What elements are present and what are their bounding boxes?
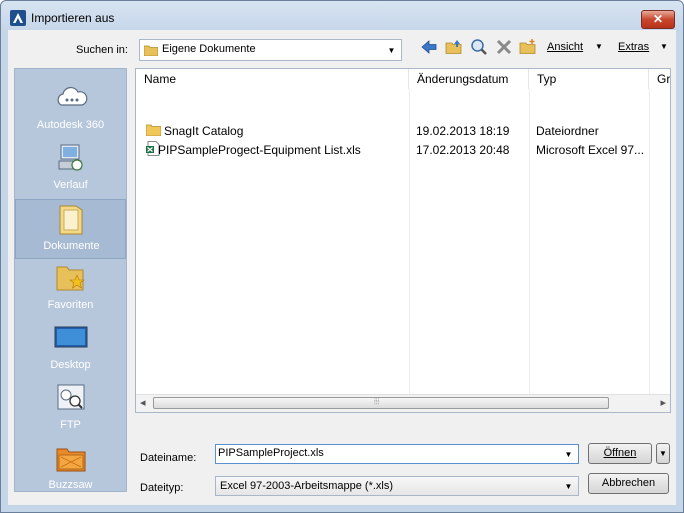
look-in-label: Suchen in: xyxy=(76,44,128,56)
cancel-button-label: Abbrechen xyxy=(601,477,656,489)
favorites-icon xyxy=(56,266,85,291)
new-folder-icon[interactable] xyxy=(519,38,537,56)
file-row-snagit-catalog[interactable]: SnagIt Catalog 19.02.2013 18:19 Dateiord… xyxy=(136,121,670,140)
file-name: SnagIt Catalog xyxy=(164,124,244,138)
filetype-label: Dateityp: xyxy=(140,482,184,494)
filename-value: PIPSampleProject.xls xyxy=(218,447,324,459)
file-type: Microsoft Excel 97... xyxy=(536,143,645,157)
view-menu-button[interactable]: Ansicht xyxy=(547,41,583,53)
place-ftp[interactable]: FTP xyxy=(15,379,126,439)
chevron-down-icon[interactable]: ▼ xyxy=(562,445,575,463)
scroll-grip-icon: ⦙⦙⦙ xyxy=(374,397,380,406)
look-in-dropdown[interactable]: Eigene Dokumente ▼ xyxy=(139,39,402,61)
tools-dropdown-icon[interactable]: ▼ xyxy=(660,42,668,51)
column-header-date[interactable]: Änderungsdatum xyxy=(409,69,529,89)
open-button[interactable]: Öffnen xyxy=(588,443,652,464)
file-type: Dateiordner xyxy=(536,124,599,138)
delete-icon[interactable] xyxy=(495,38,513,56)
column-header-name[interactable]: Name xyxy=(136,69,409,89)
file-list: Name Änderungsdatum Typ Grö SnagIt Catal… xyxy=(135,68,671,413)
place-history[interactable]: Verlauf xyxy=(15,139,126,199)
place-label: Verlauf xyxy=(53,179,88,191)
back-icon[interactable] xyxy=(420,38,438,56)
up-folder-icon[interactable] xyxy=(445,38,463,56)
column-header-size[interactable]: Grö xyxy=(649,69,670,89)
documents-icon xyxy=(59,205,83,235)
folder-icon xyxy=(146,124,161,136)
place-label: Desktop xyxy=(50,359,91,371)
places-bar: Autodesk 360 Verlauf Dokumente Favoriten… xyxy=(14,68,127,492)
place-documents[interactable]: Dokumente xyxy=(15,199,126,259)
search-web-icon[interactable] xyxy=(470,38,488,56)
buzzsaw-icon xyxy=(56,448,86,472)
look-in-value: Eigene Dokumente xyxy=(162,43,256,55)
chevron-down-icon: ▼ xyxy=(564,481,573,491)
title-bar: Importieren aus ✕ xyxy=(1,1,683,31)
filetype-dropdown[interactable]: Excel 97-2003-Arbeitsmappe (*.xls) ▼ xyxy=(215,476,579,496)
place-autodesk-360[interactable]: Autodesk 360 xyxy=(15,79,126,139)
place-label: Buzzsaw xyxy=(48,479,93,491)
import-dialog: Importieren aus ✕ Suchen in: Eigene Doku… xyxy=(0,0,684,513)
ftp-icon xyxy=(57,384,85,410)
close-button[interactable]: ✕ xyxy=(641,10,675,29)
autocad-app-icon xyxy=(10,10,26,26)
filename-label: Dateiname: xyxy=(140,452,197,464)
filename-input[interactable]: PIPSampleProject.xls ▼ xyxy=(215,444,579,464)
tools-menu-button[interactable]: Extras xyxy=(618,41,649,53)
place-label: Dokumente xyxy=(43,240,100,252)
place-label: Favoriten xyxy=(47,299,94,311)
cancel-button[interactable]: Abbrechen xyxy=(588,473,669,494)
folder-icon xyxy=(144,45,158,56)
view-dropdown-icon[interactable]: ▼ xyxy=(595,42,603,51)
column-header-type[interactable]: Typ xyxy=(529,69,649,89)
cloud-icon xyxy=(57,86,88,106)
chevron-down-icon: ▼ xyxy=(387,45,396,55)
scroll-thumb[interactable]: ⦙⦙⦙ xyxy=(153,397,609,409)
scroll-right-icon[interactable]: ▸ xyxy=(660,396,666,409)
place-label: FTP xyxy=(60,419,81,431)
file-name: PIPSampleProgect-Equipment List.xls xyxy=(158,143,361,157)
chevron-down-icon: ▼ xyxy=(659,449,667,458)
place-favorites[interactable]: Favoriten xyxy=(15,259,126,319)
scroll-left-icon[interactable]: ◂ xyxy=(140,396,146,409)
filetype-value: Excel 97-2003-Arbeitsmappe (*.xls) xyxy=(220,480,394,492)
history-icon xyxy=(58,144,83,171)
place-buzzsaw[interactable]: Buzzsaw xyxy=(15,439,126,499)
close-icon: ✕ xyxy=(652,12,664,26)
file-date: 19.02.2013 18:19 xyxy=(416,124,510,138)
desktop-icon xyxy=(54,326,88,348)
dialog-body: Suchen in: Eigene Dokumente ▼ Ansicht ▼ … xyxy=(8,30,676,505)
horizontal-scrollbar[interactable]: ◂ ⦙⦙⦙ ▸ xyxy=(136,394,670,412)
open-dropdown-button[interactable]: ▼ xyxy=(656,443,670,464)
place-desktop[interactable]: Desktop xyxy=(15,319,126,379)
dialog-title: Importieren aus xyxy=(31,11,115,25)
file-row-equipment-list[interactable]: PIPSampleProgect-Equipment List.xls 17.0… xyxy=(136,140,670,159)
file-date: 17.02.2013 20:48 xyxy=(416,143,510,157)
place-label: Autodesk 360 xyxy=(36,119,105,131)
open-button-label: Öffnen xyxy=(603,447,637,459)
